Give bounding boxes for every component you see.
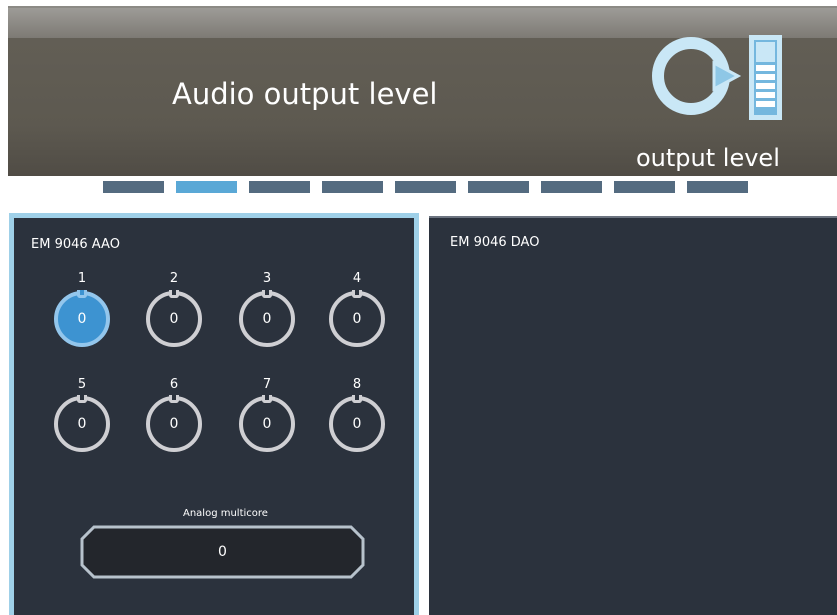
page-dot-8[interactable] [614,181,675,193]
page-dot-6[interactable] [468,181,529,193]
panel-title-aao: EM 9046 AAO [31,237,120,252]
channel-3-knob[interactable]: 0 [239,291,295,347]
multicore-label: Analog multicore [183,508,268,519]
channel-4-value: 0 [352,311,362,327]
device-panel-aao[interactable]: EM 9046 AAO 1 0 2 0 3 0 4 0 5 0 6 0 7 0 … [9,213,419,615]
channel-5-label: 5 [77,377,87,392]
channel-8-knob[interactable]: 0 [329,396,385,452]
channel-3-value: 0 [262,311,272,327]
multicore-value: 0 [218,544,227,560]
page-dot-2-active[interactable] [176,181,237,193]
page-indicator [103,181,748,193]
channel-7-knob[interactable]: 0 [239,396,295,452]
page-dot-3[interactable] [249,181,310,193]
channel-6-label: 6 [169,377,179,392]
channel-1-value: 0 [77,311,87,327]
channel-1-knob[interactable]: 0 [54,291,110,347]
page-dot-4[interactable] [322,181,383,193]
channel-4-knob[interactable]: 0 [329,291,385,347]
channel-5-knob[interactable]: 0 [54,396,110,452]
output-level-icon [652,35,782,120]
channel-6-knob[interactable]: 0 [146,396,202,452]
device-panel-dao[interactable]: EM 9046 DAO [429,216,837,615]
multicore-level-button[interactable]: 0 [80,525,365,579]
channel-8-label: 8 [352,377,362,392]
channel-2-value: 0 [169,311,179,327]
panel-title-dao: EM 9046 DAO [450,235,540,250]
page-dot-5[interactable] [395,181,456,193]
page-title: Audio output level [172,77,438,111]
channel-2-label: 2 [169,271,179,286]
header-banner: Audio output level output level [8,6,837,176]
channel-1-label: 1 [77,271,87,286]
channel-6-value: 0 [169,416,179,432]
channel-2-knob[interactable]: 0 [146,291,202,347]
channel-7-value: 0 [262,416,272,432]
header-subtitle: output level [636,144,780,172]
channel-4-label: 4 [352,271,362,286]
page-dot-9[interactable] [687,181,748,193]
page-dot-7[interactable] [541,181,602,193]
channel-3-label: 3 [262,271,272,286]
page-dot-1[interactable] [103,181,164,193]
channel-5-value: 0 [77,416,87,432]
channel-7-label: 7 [262,377,272,392]
channel-8-value: 0 [352,416,362,432]
